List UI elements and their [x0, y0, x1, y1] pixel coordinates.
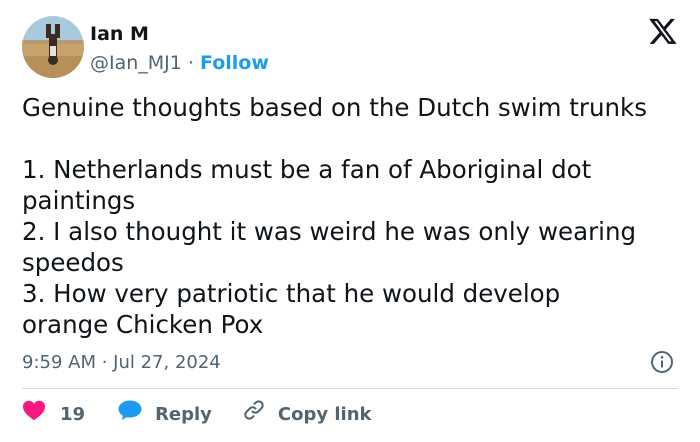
tweet-header: Ian M @Ian_MJ1 · Follow	[20, 14, 680, 80]
tweet-card: Ian M @Ian_MJ1 · Follow Genuine thoughts…	[0, 0, 700, 442]
timestamp-row: 9:59 AM · Jul 27, 2024	[22, 348, 678, 378]
x-logo-icon[interactable]	[648, 16, 678, 46]
tweet-text: Genuine thoughts based on the Dutch swim…	[22, 93, 647, 339]
timestamp[interactable]: 9:59 AM · Jul 27, 2024	[22, 352, 221, 373]
action-bar: 19 Reply Copy link	[22, 400, 372, 430]
info-icon[interactable]	[650, 350, 674, 374]
like-count: 19	[60, 404, 86, 425]
reply-label: Reply	[155, 404, 212, 425]
heart-icon	[22, 399, 46, 431]
avatar[interactable]	[22, 16, 84, 78]
copy-link-button[interactable]: Copy link	[242, 398, 372, 432]
follow-button[interactable]: Follow	[200, 52, 269, 74]
copy-link-label: Copy link	[277, 404, 372, 425]
divider	[22, 388, 678, 389]
speech-bubble-icon	[117, 399, 143, 431]
author-names: Ian M @Ian_MJ1 · Follow	[90, 22, 269, 76]
reply-button[interactable]: Reply	[117, 399, 212, 431]
handle-row: @Ian_MJ1 · Follow	[90, 50, 269, 76]
display-name[interactable]: Ian M	[90, 22, 269, 46]
link-icon	[242, 398, 266, 432]
like-button[interactable]: 19	[22, 399, 85, 431]
handle-separator: ·	[187, 52, 194, 74]
handle[interactable]: @Ian_MJ1	[90, 52, 182, 74]
